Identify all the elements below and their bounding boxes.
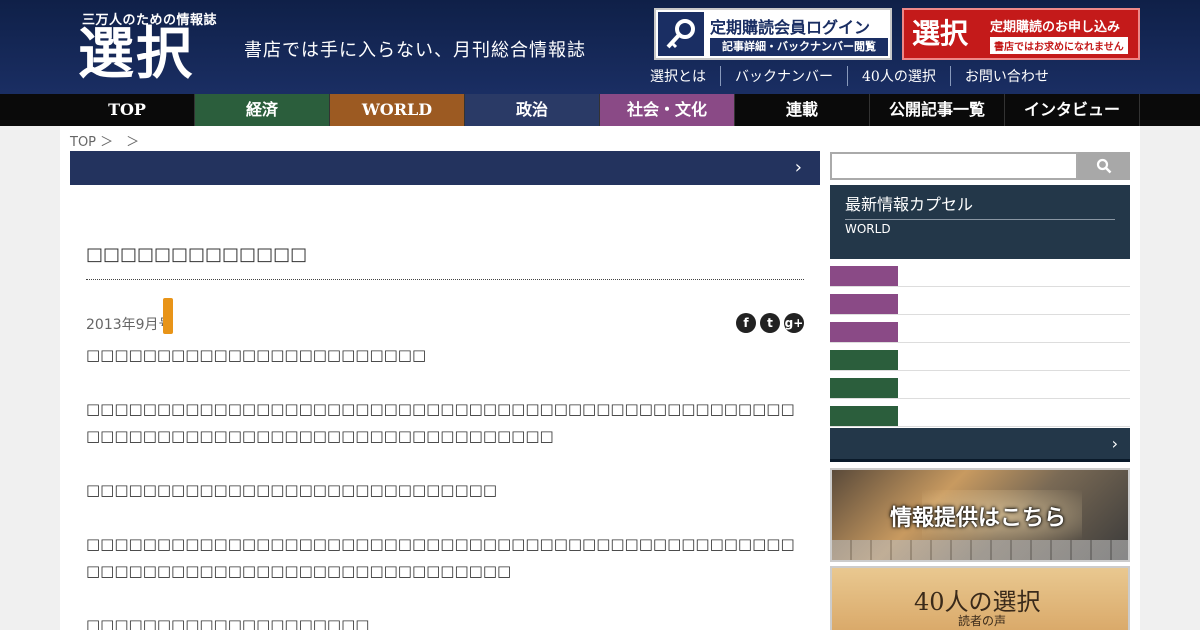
utility-nav: 選択とは バックナンバー 40人の選択 お問い合わせ <box>636 66 1156 86</box>
search-input[interactable] <box>830 152 1078 180</box>
nav-item-interview[interactable]: インタビュー <box>1005 94 1140 126</box>
date-marker <box>163 298 173 334</box>
article-date: 2013年9月号 <box>86 317 173 333</box>
article-paragraph: □□□□□□□□□□□□□□□□□□□□□□□□□□□□□□□□□□□□□□□□… <box>86 400 795 445</box>
chevron-right-icon: › <box>794 157 802 178</box>
util-link-backnumber[interactable]: バックナンバー <box>720 66 847 86</box>
nav-item-politics[interactable]: 政治 <box>465 94 600 126</box>
subscribe-note: 書店ではお求めになれません <box>990 37 1128 54</box>
subscribe-logo: 選択 <box>912 17 969 50</box>
list-item[interactable] <box>830 405 1130 427</box>
site-header: 三万人のための情報誌 選択 書店では手に入らない、月刊総合情報誌 定期購読会員ロ… <box>0 0 1200 94</box>
util-link-contact[interactable]: お問い合わせ <box>949 66 1063 86</box>
key-icon <box>658 12 704 56</box>
nav-item-public-articles[interactable]: 公開記事一覧 <box>870 94 1005 126</box>
article-paragraph: □□□□□□□□□□□□□□□□□□□□ <box>86 616 370 630</box>
banner-text: 情報提供はこちら <box>890 505 1067 531</box>
facebook-icon[interactable]: f <box>736 313 756 333</box>
list-item[interactable] <box>830 377 1130 399</box>
forty-choices-banner[interactable]: 40人の選択 読者の声 <box>830 566 1130 630</box>
keyboard-image <box>832 540 1128 560</box>
list-item[interactable] <box>830 265 1130 287</box>
subscribe-button[interactable]: 選択 定期購読のお申し込み 書店ではお求めになれません <box>902 8 1140 60</box>
search-button[interactable] <box>1078 152 1130 180</box>
site-tagline: 書店では手に入らない、月刊総合情報誌 <box>244 40 586 61</box>
breadcrumb[interactable]: TOP ＞ ＞ <box>70 131 139 150</box>
category-tag <box>830 294 898 314</box>
nav-item-series[interactable]: 連載 <box>735 94 870 126</box>
login-title: 定期購読会員ログイン <box>710 18 871 37</box>
google-plus-icon[interactable]: g+ <box>784 313 804 333</box>
category-tag <box>830 266 898 286</box>
category-tag <box>830 406 898 426</box>
article-paragraph: □□□□□□□□□□□□□□□□□□□□□□□□□□□□□□□□□□□□□□□□… <box>86 535 795 580</box>
category-tag <box>830 322 898 342</box>
nav-item-world[interactable]: WORLD <box>330 94 465 126</box>
banner-subtext: 読者の声 <box>958 614 1007 628</box>
member-login-button[interactable]: 定期購読会員ログイン 記事詳細・バックナンバー閲覧 <box>654 8 892 60</box>
article-paragraph: □□□□□□□□□□□□□□□□□□□□□□□□□□□□□ <box>86 481 497 499</box>
login-subtitle: 記事詳細・バックナンバー閲覧 <box>710 38 888 56</box>
nav-item-top[interactable]: TOP <box>60 94 195 126</box>
category-tag <box>830 350 898 370</box>
util-link-40-choices[interactable]: 40人の選択 <box>847 66 950 86</box>
subscribe-title: 定期購読のお申し込み <box>990 20 1121 35</box>
site-logo[interactable]: 選択 <box>78 22 194 86</box>
list-item[interactable] <box>830 293 1130 315</box>
capsule-category[interactable]: WORLD <box>845 222 891 236</box>
chevron-right-icon: › <box>1111 434 1118 453</box>
list-item[interactable] <box>830 321 1130 343</box>
twitter-icon[interactable]: t <box>760 313 780 333</box>
social-share: f t g+ <box>736 313 804 333</box>
capsule-more-button[interactable]: › <box>830 428 1130 462</box>
search-icon <box>1096 158 1112 174</box>
capsule-title: 最新情報カプセル <box>845 191 1115 220</box>
nav-item-society-culture[interactable]: 社会・文化 <box>600 94 735 126</box>
category-tag <box>830 378 898 398</box>
nav-item-economy[interactable]: 経済 <box>195 94 330 126</box>
article-paragraph: □□□□□□□□□□□□□□□□□□□□□□□□ <box>86 346 427 364</box>
article-title: □□□□□□□□□□□□□ <box>86 244 804 280</box>
info-submission-banner[interactable]: 情報提供はこちら <box>830 468 1130 562</box>
list-item[interactable] <box>830 349 1130 371</box>
category-title-bar[interactable]: › <box>70 151 820 185</box>
main-nav: TOP 経済 WORLD 政治 社会・文化 連載 公開記事一覧 インタビュー <box>0 94 1200 126</box>
util-link-about[interactable]: 選択とは <box>636 66 720 86</box>
news-capsule-header: 最新情報カプセル WORLD <box>830 185 1130 259</box>
